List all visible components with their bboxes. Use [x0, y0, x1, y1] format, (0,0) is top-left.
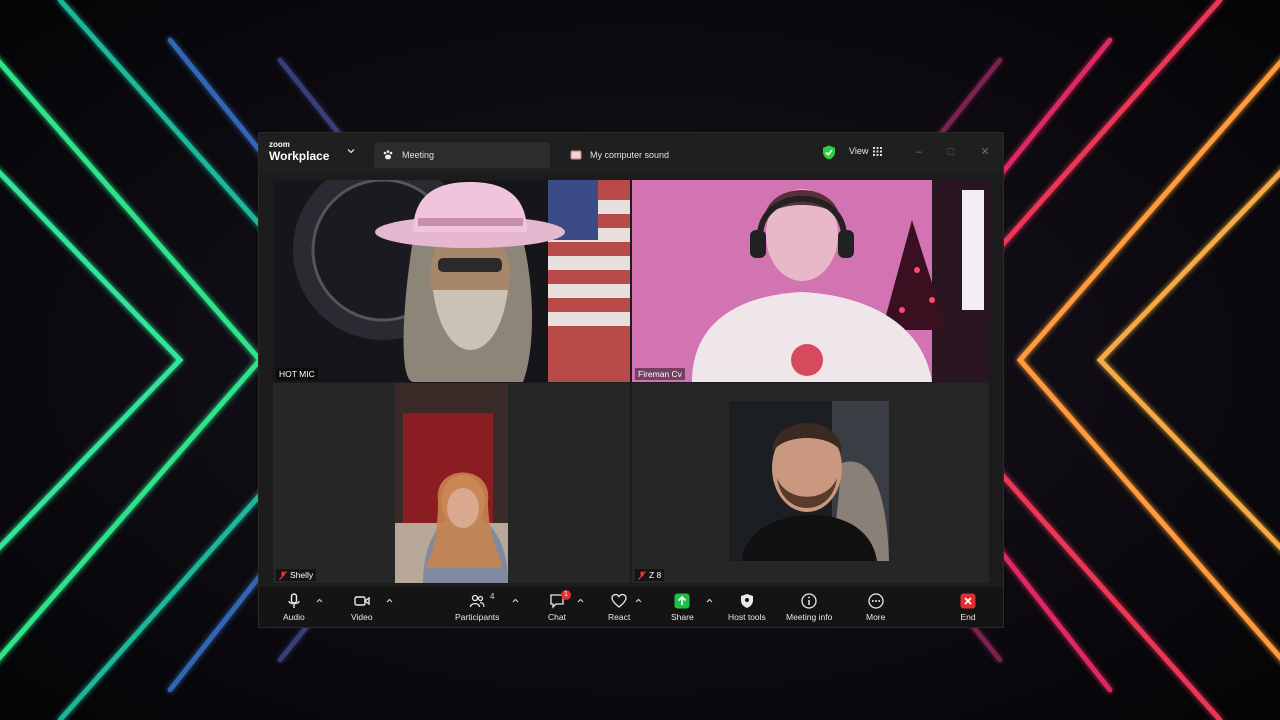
- more-button[interactable]: More: [866, 593, 885, 625]
- video-tile-shelly[interactable]: Shelly: [273, 383, 630, 583]
- grid-icon: [873, 146, 883, 156]
- share-options-caret-icon[interactable]: [706, 598, 713, 603]
- host-tools-shield-icon: [740, 594, 753, 608]
- participants-icon: [470, 594, 485, 608]
- video-camera-icon: [354, 596, 370, 606]
- paw-icon: [383, 150, 393, 160]
- zoom-meeting-window: zoom Workplace Meeting My computer sound: [259, 133, 1003, 627]
- microphone-icon: [288, 593, 300, 608]
- app-icon: [570, 150, 582, 160]
- participants-options-caret-icon[interactable]: [512, 598, 519, 603]
- chat-label: Chat: [548, 612, 566, 622]
- participant-video: [273, 383, 630, 583]
- shield-check-icon[interactable]: [822, 145, 836, 160]
- video-tile-fireman-cv[interactable]: Fireman Cv: [632, 180, 989, 382]
- host-tools-label: Host tools: [728, 612, 766, 622]
- info-icon: [801, 593, 817, 609]
- end-meeting-icon: [960, 593, 976, 609]
- meeting-info-button[interactable]: Meeting info: [786, 593, 832, 625]
- participant-video: [273, 180, 630, 382]
- view-button[interactable]: View: [849, 146, 883, 156]
- chevron-down-icon[interactable]: [346, 146, 356, 156]
- share-button[interactable]: Share: [671, 593, 694, 625]
- more-icon: [868, 593, 884, 609]
- participants-label: Participants: [455, 612, 500, 622]
- meeting-info-label: Meeting info: [786, 612, 833, 622]
- more-label: More: [866, 612, 886, 622]
- participant-name-tag: Shelly: [276, 569, 317, 581]
- react-options-caret-icon[interactable]: [635, 598, 642, 603]
- muted-mic-icon: [279, 570, 287, 580]
- end-label: End: [960, 612, 976, 622]
- heart-icon: [611, 593, 627, 608]
- video-label: Video: [351, 612, 373, 622]
- audio-options-caret-icon[interactable]: [316, 598, 323, 603]
- participant-name: HOT MIC: [279, 369, 315, 379]
- participant-name: Shelly: [290, 570, 314, 580]
- share-label: Share: [671, 612, 694, 622]
- end-button[interactable]: End: [960, 593, 976, 625]
- video-button[interactable]: Video: [351, 593, 373, 625]
- chat-options-caret-icon[interactable]: [577, 598, 584, 603]
- audio-button[interactable]: Audio: [283, 593, 305, 625]
- react-button[interactable]: React: [608, 593, 630, 625]
- participant-name: Z 8: [649, 570, 662, 580]
- tab-meeting-label: Meeting: [402, 150, 435, 160]
- view-label: View: [849, 146, 869, 156]
- participant-video: [632, 180, 989, 382]
- participants-count: 4: [490, 592, 495, 601]
- minimize-icon[interactable]: –: [913, 146, 925, 158]
- participant-video: [632, 383, 989, 583]
- close-icon[interactable]: ✕: [979, 146, 991, 158]
- muted-mic-icon: [638, 570, 646, 580]
- tab-computer-sound[interactable]: My computer sound: [562, 142, 742, 168]
- brand-label: Workplace: [269, 149, 330, 163]
- chat-button[interactable]: 1 Chat: [548, 590, 571, 625]
- react-label: React: [608, 612, 631, 622]
- brand-small-label: zoom: [269, 140, 290, 149]
- participant-name-tag: HOT MIC: [276, 368, 318, 380]
- title-bar: zoom Workplace Meeting My computer sound: [259, 133, 1003, 173]
- host-tools-button[interactable]: Host tools: [728, 593, 766, 625]
- participant-name: Fireman Cv: [638, 369, 682, 379]
- meeting-toolbar: Audio Video Participants 4 1 Chat React …: [259, 587, 1003, 627]
- audio-label: Audio: [283, 612, 305, 622]
- tab-meeting[interactable]: Meeting: [374, 142, 550, 168]
- share-screen-icon: [674, 593, 690, 609]
- video-tile-hot-mic[interactable]: HOT MIC: [273, 180, 630, 382]
- zoom-logo: zoom Workplace: [269, 140, 330, 163]
- participant-name-tag: Z 8: [635, 569, 665, 581]
- chat-unread-badge: 1: [560, 590, 571, 600]
- maximize-icon[interactable]: □: [945, 146, 957, 158]
- video-options-caret-icon[interactable]: [386, 598, 393, 603]
- video-tile-z8[interactable]: Z 8: [632, 383, 989, 583]
- tab-computer-sound-label: My computer sound: [590, 150, 670, 160]
- participant-name-tag: Fireman Cv: [635, 368, 685, 380]
